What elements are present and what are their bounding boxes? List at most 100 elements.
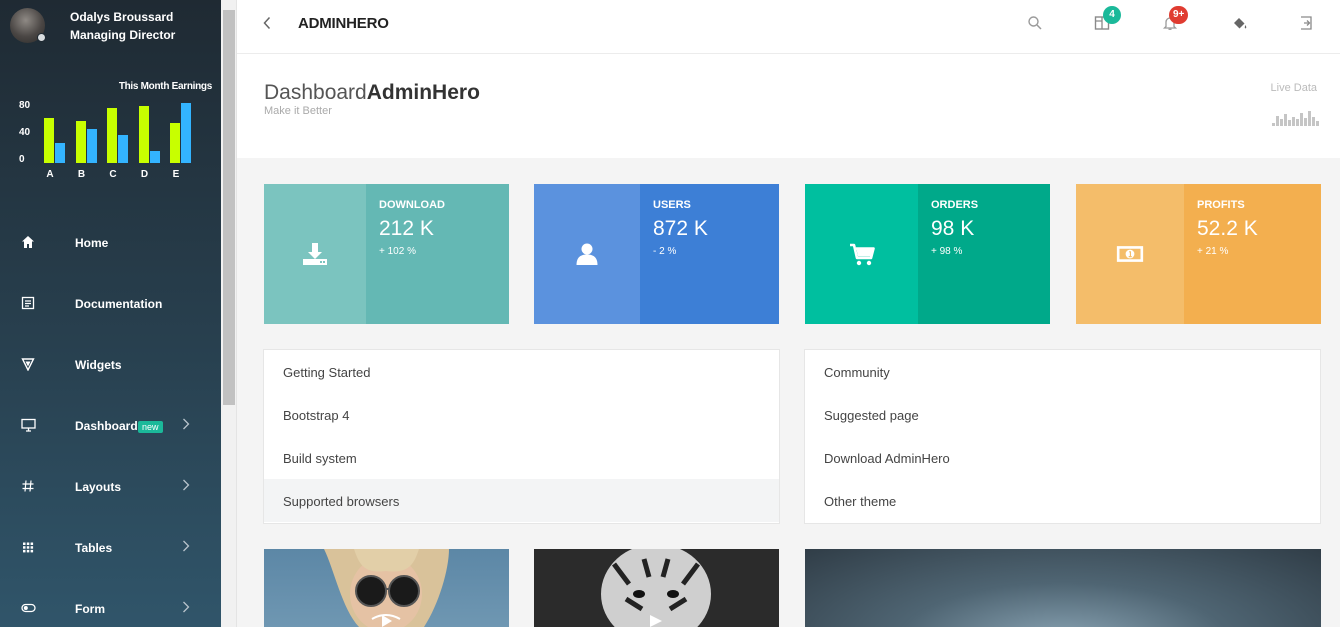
widgets-icon bbox=[20, 356, 36, 372]
brand-title[interactable]: ADMINHERO bbox=[298, 15, 389, 32]
monitor-icon bbox=[20, 417, 36, 433]
sidebar: Odalys Broussard Managing Director This … bbox=[0, 0, 221, 627]
media-card-portrait[interactable] bbox=[264, 549, 509, 627]
document-icon bbox=[20, 295, 36, 311]
x-tick-label: E bbox=[172, 169, 180, 180]
cart-icon bbox=[849, 243, 875, 266]
list-item-supported-browsers[interactable]: Supported browsers bbox=[264, 479, 779, 522]
x-tick-label: A bbox=[46, 169, 54, 180]
sidebar-item-label: Documentation bbox=[75, 297, 163, 311]
stat-body: PROFITS 52.2 K + 21 % bbox=[1184, 184, 1321, 324]
search-icon[interactable] bbox=[1027, 15, 1043, 31]
media-card-tiger[interactable] bbox=[534, 549, 779, 627]
page-title: DashboardAdminHero bbox=[264, 81, 480, 105]
stat-label: USERS bbox=[653, 199, 691, 211]
paint-bucket-icon[interactable] bbox=[1232, 15, 1248, 31]
sidebar-item-widgets[interactable]: Widgets bbox=[0, 334, 221, 395]
page-title-light: Dashboard bbox=[264, 81, 367, 104]
stat-card-download[interactable]: DOWNLOAD 212 K + 102 % bbox=[264, 184, 509, 324]
chart-bar bbox=[44, 117, 54, 163]
chart-bar bbox=[86, 129, 97, 163]
stat-card-users[interactable]: USERS 872 K - 2 % bbox=[534, 184, 779, 324]
sidebar-item-layouts[interactable]: Layouts bbox=[0, 456, 221, 517]
list-item-bootstrap[interactable]: Bootstrap 4 bbox=[264, 393, 779, 436]
stat-label: DOWNLOAD bbox=[379, 199, 445, 211]
sidebar-item-label: Home bbox=[75, 236, 109, 250]
x-tick-label: D bbox=[140, 169, 149, 180]
chart-bar bbox=[75, 121, 86, 163]
list-item-getting-started[interactable]: Getting Started bbox=[264, 350, 779, 393]
apps-count-badge: 4 bbox=[1103, 6, 1121, 24]
stat-change: + 21 % bbox=[1197, 246, 1229, 257]
hash-icon bbox=[20, 478, 36, 494]
stat-card-profits[interactable]: PROFITS 52.2 K + 21 % bbox=[1076, 184, 1321, 324]
money-icon bbox=[1116, 246, 1144, 262]
earnings-chart: This Month Earnings 80 40 0 A B C D E bbox=[12, 80, 212, 185]
page-title-bold: AdminHero bbox=[366, 81, 480, 104]
stat-change: - 2 % bbox=[653, 246, 677, 257]
page-header: DashboardAdminHero Make it Better Live D… bbox=[237, 54, 1340, 158]
sidebar-item-documentation[interactable]: Documentation bbox=[0, 273, 221, 334]
notification-count-badge: 9+ bbox=[1169, 6, 1189, 24]
profile-role: Managing Director bbox=[70, 28, 176, 42]
stat-card-orders[interactable]: ORDERS 98 K + 98 % bbox=[805, 184, 1050, 324]
live-data-sparkline bbox=[1272, 111, 1319, 126]
stat-icon-pane bbox=[534, 184, 640, 324]
stat-value: 872 K bbox=[653, 217, 708, 240]
community-list: Community Suggested page Download AdminH… bbox=[804, 349, 1321, 524]
sidebar-item-label: Widgets bbox=[75, 358, 122, 372]
stat-label: PROFITS bbox=[1197, 199, 1245, 211]
sidebar-item-form[interactable]: Form bbox=[0, 578, 221, 627]
media-card-landscape[interactable] bbox=[805, 549, 1321, 627]
sidebar-item-tables[interactable]: Tables bbox=[0, 517, 221, 578]
list-item-community[interactable]: Community bbox=[805, 350, 1320, 393]
docs-list: Getting Started Bootstrap 4 Build system… bbox=[263, 349, 780, 524]
user-profile[interactable]: Odalys Broussard Managing Director bbox=[10, 8, 215, 48]
logout-icon[interactable] bbox=[1299, 15, 1315, 31]
portrait-photo bbox=[324, 549, 449, 627]
scrollbar-thumb[interactable] bbox=[223, 10, 235, 405]
chevron-right-icon bbox=[182, 600, 194, 614]
stat-icon-pane bbox=[264, 184, 366, 324]
stat-body: ORDERS 98 K + 98 % bbox=[918, 184, 1050, 324]
chevron-right-icon bbox=[182, 478, 194, 492]
x-tick-label: C bbox=[109, 169, 117, 180]
home-icon bbox=[20, 234, 36, 250]
stat-value: 52.2 K bbox=[1197, 217, 1258, 240]
status-indicator bbox=[37, 33, 46, 42]
new-badge: new bbox=[138, 421, 163, 433]
sidebar-item-label: Dashboard bbox=[75, 419, 138, 433]
sidebar-item-dashboard[interactable]: Dashboard bbox=[0, 395, 221, 456]
page-subtitle: Make it Better bbox=[264, 105, 332, 117]
y-tick-label: 0 bbox=[19, 154, 25, 165]
sidebar-item-label: Layouts bbox=[75, 480, 122, 494]
stat-change: + 98 % bbox=[931, 246, 963, 257]
y-tick-label: 40 bbox=[19, 127, 31, 138]
stat-value: 212 K bbox=[379, 217, 434, 240]
list-item-suggested-page[interactable]: Suggested page bbox=[805, 393, 1320, 436]
user-icon bbox=[576, 243, 598, 265]
back-icon[interactable] bbox=[262, 16, 274, 32]
stat-value: 98 K bbox=[931, 217, 975, 240]
list-item-other-theme[interactable]: Other theme bbox=[805, 479, 1320, 522]
live-data-label: Live Data bbox=[1270, 82, 1317, 94]
sidebar-item-label: Form bbox=[75, 602, 105, 616]
y-tick-label: 80 bbox=[19, 100, 31, 111]
chevron-right-icon bbox=[182, 539, 194, 553]
sidebar-scrollbar[interactable] bbox=[221, 0, 237, 627]
stat-icon-pane bbox=[805, 184, 918, 324]
grid-icon bbox=[20, 539, 36, 555]
stat-label: ORDERS bbox=[931, 199, 979, 211]
tiger-photo bbox=[601, 549, 711, 627]
sidebar-item-label: Tables bbox=[75, 541, 113, 555]
toggle-icon bbox=[20, 600, 36, 616]
chart-bar bbox=[138, 105, 149, 163]
stat-body: USERS 872 K - 2 % bbox=[640, 184, 779, 324]
chart-bar bbox=[181, 102, 191, 163]
list-item-download[interactable]: Download AdminHero bbox=[805, 436, 1320, 479]
list-item-build-system[interactable]: Build system bbox=[264, 436, 779, 479]
chart-bar bbox=[107, 108, 117, 163]
sidebar-item-home[interactable]: Home bbox=[0, 212, 221, 273]
chevron-right-icon bbox=[182, 417, 194, 431]
chart-bar bbox=[149, 150, 160, 163]
